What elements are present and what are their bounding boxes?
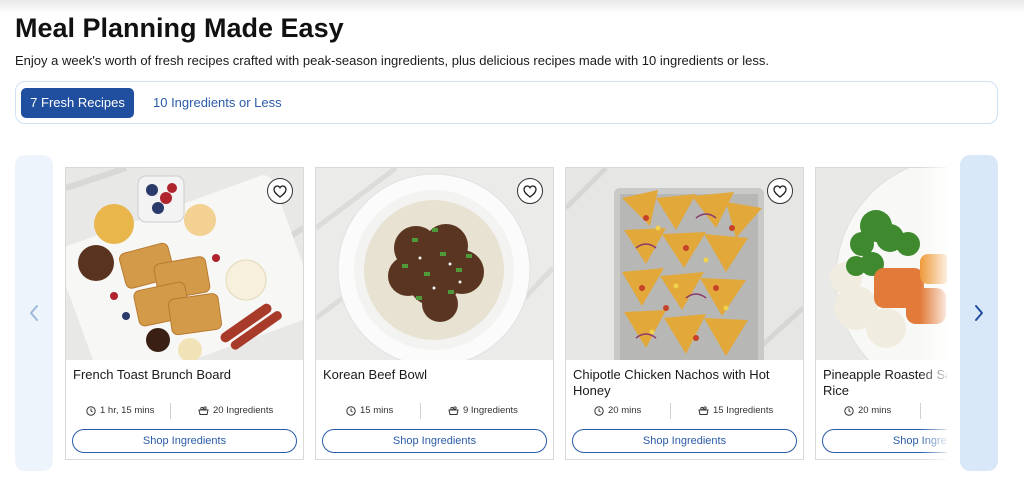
recipe-card[interactable]: Korean Beef Bowl 15 mins 9 Ingredients S… bbox=[315, 167, 554, 460]
recipe-title[interactable]: Korean Beef Bowl bbox=[323, 367, 547, 383]
recipe-ingredient-count: 15 Ingredients bbox=[713, 405, 774, 416]
favorite-button[interactable] bbox=[267, 178, 293, 204]
chevron-left-icon bbox=[30, 305, 38, 321]
recipe-title[interactable]: French Toast Brunch Board bbox=[73, 367, 297, 383]
heart-icon bbox=[273, 184, 287, 198]
clock-icon bbox=[594, 405, 604, 416]
clock-icon bbox=[844, 405, 854, 416]
recipe-meta: 20 mins bbox=[816, 403, 947, 419]
recipe-image-korean-beef bbox=[316, 168, 553, 360]
recipe-card[interactable]: Chipotle Chicken Nachos with Hot Honey 2… bbox=[565, 167, 804, 460]
divider bbox=[920, 403, 921, 419]
shop-ingredients-button[interactable]: Shop Ingredients bbox=[822, 429, 947, 453]
recipe-ingredient-count: 9 Ingredients bbox=[463, 405, 518, 416]
tab-ten-ingredients[interactable]: 10 Ingredients or Less bbox=[141, 88, 294, 118]
recipe-title[interactable]: Pineapple Roasted Salmon with Citrus Ric… bbox=[823, 367, 947, 399]
divider bbox=[420, 403, 421, 419]
recipe-ingredient-count: 20 Ingredients bbox=[213, 405, 274, 416]
recipe-meta: 20 mins 15 Ingredients bbox=[566, 403, 803, 419]
recipe-title[interactable]: Chipotle Chicken Nachos with Hot Honey bbox=[573, 367, 797, 399]
ingredients-icon bbox=[198, 405, 209, 415]
favorite-button[interactable] bbox=[767, 178, 793, 204]
divider bbox=[170, 403, 171, 419]
recipe-meta: 15 mins 9 Ingredients bbox=[316, 403, 553, 419]
recipe-time: 20 mins bbox=[858, 405, 892, 416]
recipe-card[interactable]: French Toast Brunch Board 1 hr, 15 mins … bbox=[65, 167, 304, 460]
ingredients-icon bbox=[448, 405, 459, 415]
page-title: Meal Planning Made Easy bbox=[15, 13, 344, 43]
clock-icon bbox=[346, 405, 356, 416]
recipe-time: 20 mins bbox=[608, 405, 642, 416]
favorite-button[interactable] bbox=[517, 178, 543, 204]
recipe-meta: 1 hr, 15 mins 20 Ingredients bbox=[66, 403, 303, 419]
recipe-image-pineapple-salmon bbox=[816, 168, 947, 360]
shop-ingredients-button[interactable]: Shop Ingredients bbox=[572, 429, 797, 453]
recipe-card[interactable]: Pineapple Roasted Salmon with Citrus Ric… bbox=[815, 167, 947, 460]
recipe-time: 1 hr, 15 mins bbox=[100, 405, 155, 416]
carousel-prev-button[interactable] bbox=[15, 155, 53, 471]
heart-icon bbox=[773, 184, 787, 198]
recipe-tabs: 7 Fresh Recipes 10 Ingredients or Less bbox=[15, 81, 998, 124]
top-shadow bbox=[0, 0, 1024, 14]
shop-ingredients-button[interactable]: Shop Ingredients bbox=[72, 429, 297, 453]
clock-icon bbox=[86, 405, 96, 416]
recipe-image-french-toast bbox=[66, 168, 303, 360]
page-subtitle: Enjoy a week's worth of fresh recipes cr… bbox=[15, 53, 769, 68]
recipe-time: 15 mins bbox=[360, 405, 394, 416]
tab-fresh-recipes[interactable]: 7 Fresh Recipes bbox=[21, 88, 134, 118]
chevron-right-icon bbox=[975, 305, 983, 321]
ingredients-icon bbox=[698, 405, 709, 415]
divider bbox=[670, 403, 671, 419]
heart-icon bbox=[523, 184, 537, 198]
shop-ingredients-button[interactable]: Shop Ingredients bbox=[322, 429, 547, 453]
recipe-image-chipotle-nachos bbox=[566, 168, 803, 360]
recipe-carousel: French Toast Brunch Board 1 hr, 15 mins … bbox=[64, 167, 947, 462]
carousel-next-button[interactable] bbox=[960, 155, 998, 471]
